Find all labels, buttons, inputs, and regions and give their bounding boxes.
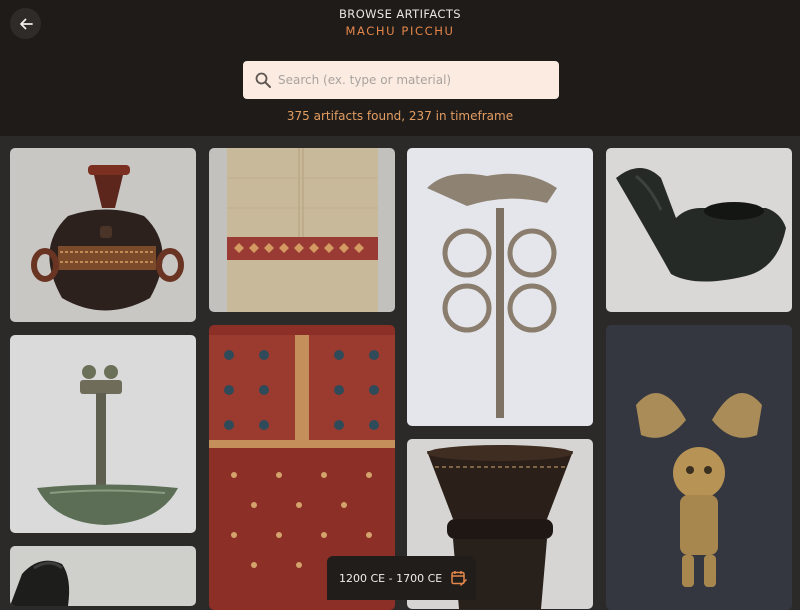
artifact-tile-silver-pin[interactable] (407, 148, 593, 426)
timeframe-label: 1200 CE - 1700 CE (339, 571, 443, 585)
artifact-tile-gold-pendant[interactable] (606, 325, 792, 610)
header: BROWSE ARTIFACTS MACHU PICCHU 375 artifa… (0, 0, 800, 136)
artifact-tile-tumi[interactable] (10, 335, 196, 533)
artifact-image (10, 148, 196, 322)
search-bar[interactable] (243, 61, 559, 99)
search-input[interactable] (278, 65, 548, 95)
artifact-tile-stone-carving[interactable] (10, 546, 196, 606)
artifact-image (10, 335, 196, 533)
timeframe-button[interactable]: 1200 CE - 1700 CE (327, 556, 476, 600)
artifact-image (10, 546, 196, 606)
page-title: BROWSE ARTIFACTS (339, 7, 461, 21)
site-subtitle: MACHU PICCHU (345, 24, 455, 38)
artifact-image (407, 148, 593, 426)
artifact-image (606, 325, 792, 610)
calendar-edit-icon (451, 571, 468, 586)
artifact-tile-aryballos[interactable] (10, 148, 196, 322)
artifact-tile-stone-mortar[interactable] (606, 148, 792, 312)
results-count: 375 artifacts found, 237 in timeframe (286, 109, 514, 123)
search-icon (255, 72, 271, 88)
artifact-tile-textile-fragment[interactable] (209, 148, 395, 312)
artifact-image (606, 148, 792, 312)
artifact-image (209, 148, 395, 312)
